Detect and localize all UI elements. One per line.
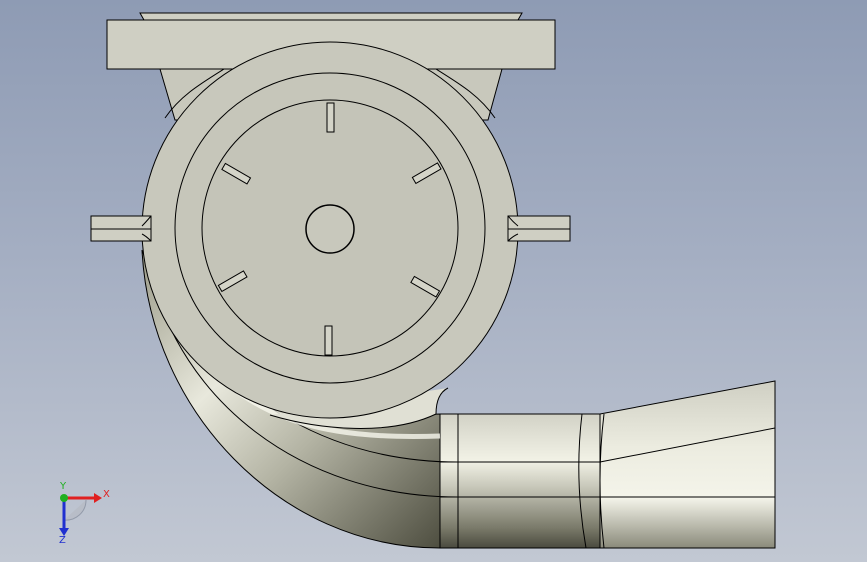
graphics-viewport[interactable]: X Y Z <box>0 0 867 562</box>
discharge-pipe <box>439 413 601 549</box>
slot-bottom <box>324 325 333 356</box>
slot-top <box>326 102 335 133</box>
triad-arc <box>63 499 87 521</box>
top-flange-cap <box>139 12 523 21</box>
shaft-hole <box>305 204 355 254</box>
triad-y-axis <box>60 494 68 502</box>
triad-x-label: X <box>103 489 110 500</box>
pump-housing-model[interactable] <box>0 0 867 562</box>
outlet-cone <box>599 380 776 549</box>
triad-y-label: Y <box>59 481 67 492</box>
orientation-triad: X Y Z <box>59 481 110 544</box>
triad-x-arrow <box>94 493 102 503</box>
triad-z-label: Z <box>59 535 66 544</box>
